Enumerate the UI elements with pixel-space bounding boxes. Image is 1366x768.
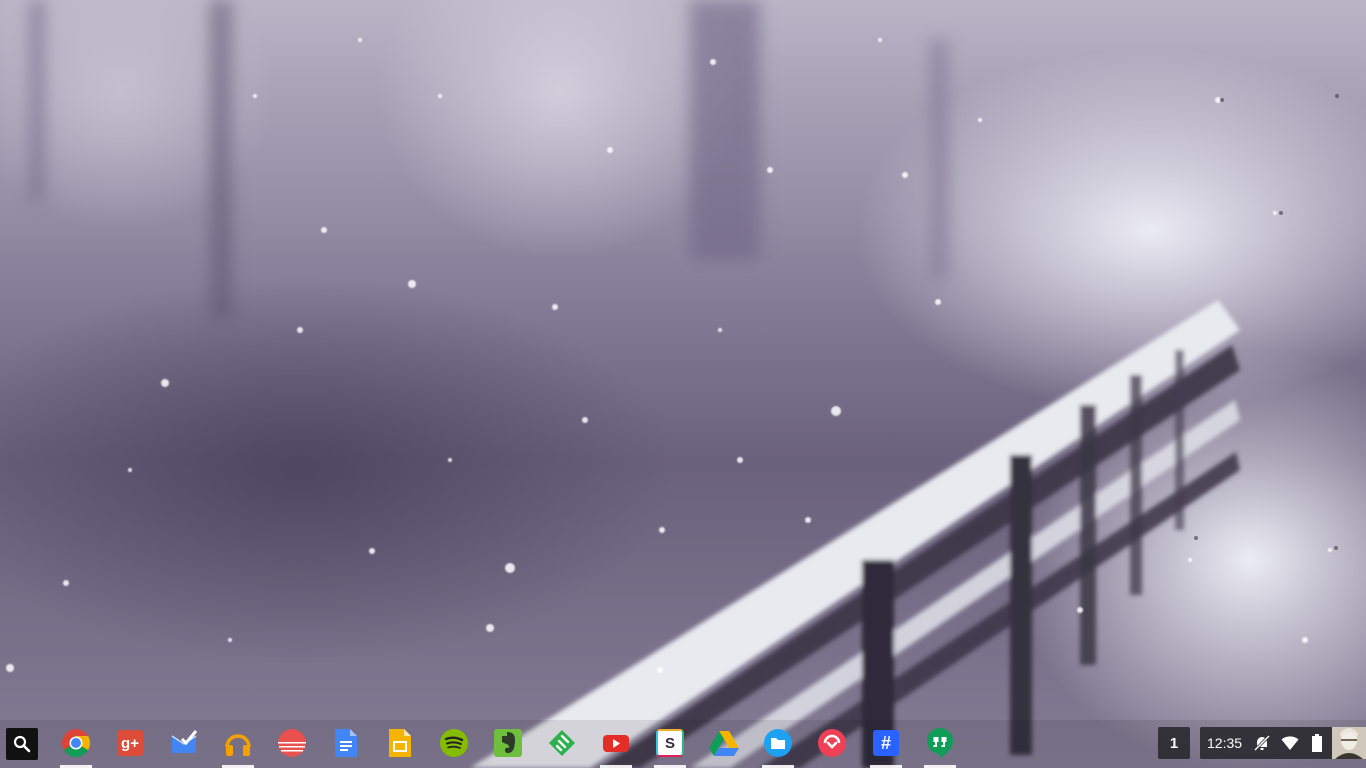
shelf-app-sunrise[interactable] <box>276 727 308 759</box>
drive-icon <box>709 731 739 756</box>
shelf-app-google-plus[interactable]: g+ <box>114 727 146 759</box>
slack-label: S <box>664 734 675 752</box>
shelf-app-spotify[interactable] <box>438 727 470 759</box>
shelf-app-slack[interactable]: S <box>654 727 686 759</box>
desk-count: 1 <box>1169 734 1179 752</box>
youtube-icon <box>603 735 629 752</box>
headphones-icon <box>225 734 251 756</box>
shelf-app-youtube[interactable] <box>600 727 632 759</box>
shelf-app-hangouts[interactable] <box>924 727 956 759</box>
notifications-off-icon <box>1253 734 1271 752</box>
wallpaper-scene <box>6 0 1339 768</box>
shelf-app-docs[interactable] <box>330 727 362 759</box>
shelf-app-pocket[interactable] <box>816 727 848 759</box>
chrome-icon <box>62 729 90 757</box>
launcher-button[interactable] <box>6 728 38 760</box>
feedly-icon <box>549 730 575 756</box>
pocket-icon <box>818 729 846 757</box>
shelf-app-music[interactable] <box>222 727 254 759</box>
sunrise-icon <box>278 729 306 757</box>
google-plus-icon: g+ <box>117 730 143 756</box>
spotify-icon <box>440 729 468 757</box>
shelf-app-inbox[interactable] <box>168 727 200 759</box>
slack-icon: S <box>656 729 684 757</box>
shelf-app-evernote[interactable] <box>492 727 524 759</box>
hashtag-label: # <box>880 732 891 753</box>
shelf-app-drive[interactable] <box>708 727 740 759</box>
shelf-app-files[interactable] <box>762 727 794 759</box>
avatar-image <box>1332 727 1366 759</box>
wifi-icon <box>1281 734 1299 752</box>
search-icon <box>13 735 31 753</box>
clock-time: 12:35 <box>1207 735 1243 751</box>
docs-icon <box>335 729 357 757</box>
shelf-app-slides[interactable] <box>384 727 416 759</box>
shelf-app-hashtag[interactable]: # <box>870 727 902 759</box>
desk-indicator-button[interactable]: 1 <box>1158 727 1190 759</box>
inbox-icon <box>171 730 198 753</box>
shelf-app-feedly[interactable] <box>546 727 578 759</box>
user-avatar[interactable] <box>1332 727 1366 759</box>
evernote-icon <box>494 729 522 757</box>
hangouts-icon <box>927 728 953 758</box>
google-plus-label: g+ <box>121 734 139 752</box>
desktop-wallpaper <box>0 0 1366 768</box>
battery-icon <box>1308 734 1326 752</box>
folder-icon <box>764 729 792 757</box>
hashtag-icon: # <box>873 730 899 756</box>
slides-icon <box>389 729 411 757</box>
shelf-app-chrome[interactable] <box>60 727 92 759</box>
